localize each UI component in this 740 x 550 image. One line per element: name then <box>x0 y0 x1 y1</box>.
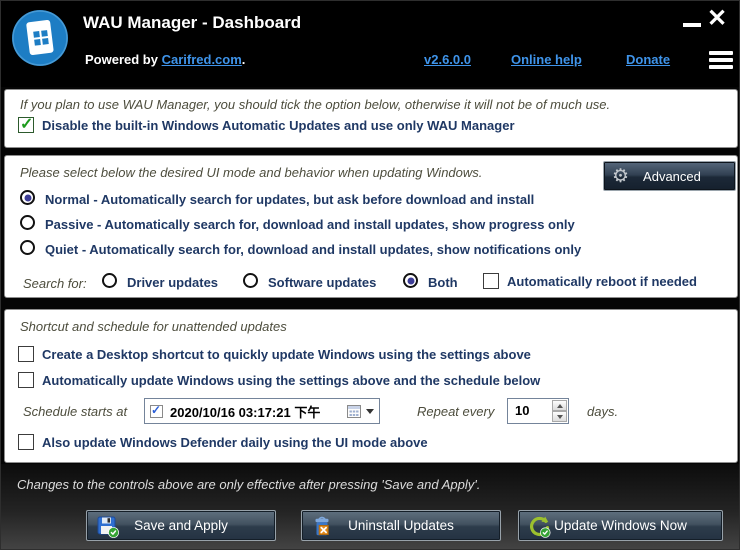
defender-checkbox[interactable] <box>18 434 34 450</box>
donate-link[interactable]: Donate <box>626 52 670 67</box>
powered-suffix: . <box>241 52 246 67</box>
software-updates-radio[interactable] <box>243 273 258 288</box>
footer: Changes to the controls above are only e… <box>1 464 739 549</box>
both-label: Both <box>428 275 458 290</box>
up-arrow-icon <box>556 403 563 408</box>
window-title: WAU Manager - Dashboard <box>83 13 302 32</box>
update-windows-now-label: Update Windows Now <box>554 518 687 533</box>
advanced-button-label: Advanced <box>643 168 701 184</box>
repeat-every-label: Repeat every <box>417 404 495 419</box>
version-link[interactable]: v2.6.0.0 <box>424 52 471 67</box>
title-bar: WAU Manager - Dashboard Powered by Carif… <box>1 1 739 87</box>
dropdown-arrow-icon <box>366 408 374 414</box>
both-radio[interactable] <box>403 273 418 288</box>
schedule-enabled-checkbox[interactable]: ✓ <box>150 402 163 418</box>
schedule-starts-label: Schedule starts at <box>23 404 128 419</box>
check-icon: ✓ <box>151 402 162 417</box>
driver-updates-radio[interactable] <box>102 273 117 288</box>
mode-row-quiet: Quiet - Automatically search for, downlo… <box>20 240 725 260</box>
mode-label-quiet: Quiet - Automatically search for, downlo… <box>45 242 582 257</box>
schedule-section: Shortcut and schedule for unattended upd… <box>4 309 738 463</box>
menu-icon[interactable] <box>709 51 733 69</box>
wau-manager-window: WAU Manager - Dashboard Powered by Carif… <box>0 0 740 550</box>
schedule-datetime-picker[interactable]: ✓ 2020/10/16 03:17:21 下午 <box>144 398 380 424</box>
driver-updates-label: Driver updates <box>127 275 219 290</box>
disable-auto-updates-label: Disable the built-in Windows Automatic U… <box>42 118 515 133</box>
mode-radio-passive[interactable] <box>20 215 35 230</box>
close-button[interactable]: ✕ <box>707 5 727 33</box>
gear-icon: ⚙ <box>612 165 630 187</box>
uninstall-icon <box>315 516 329 536</box>
down-arrow-icon <box>556 414 563 419</box>
check-icon: ✓ <box>20 116 34 133</box>
mode-radio-quiet[interactable] <box>20 240 35 255</box>
save-and-apply-button[interactable]: Save and Apply <box>86 510 276 541</box>
app-logo-icon <box>12 10 68 66</box>
mode-row-passive: Passive - Automatically search for, down… <box>20 215 725 235</box>
advanced-button[interactable]: ⚙ Advanced <box>603 161 736 191</box>
minimize-button[interactable] <box>683 23 701 27</box>
defender-row: Also update Windows Defender daily using… <box>18 434 723 452</box>
auto-update-row: Automatically update Windows using the s… <box>18 372 723 390</box>
uninstall-updates-label: Uninstall Updates <box>348 518 454 533</box>
uninstall-updates-button[interactable]: Uninstall Updates <box>301 510 501 541</box>
mode-intro-text: Please select below the desired UI mode … <box>20 165 483 180</box>
stepper-up-button[interactable] <box>552 400 567 411</box>
save-icon <box>97 516 119 538</box>
repeat-days-value: 10 <box>515 403 530 418</box>
disable-auto-updates-checkbox[interactable]: ✓ <box>18 116 34 133</box>
search-for-label: Search for: <box>23 276 87 291</box>
desktop-shortcut-row: Create a Desktop shortcut to quickly upd… <box>18 346 723 364</box>
mode-radio-normal[interactable] <box>20 190 35 205</box>
setup-section: If you plan to use WAU Manager, you shou… <box>4 89 738 148</box>
powered-by-text: Powered by Carifred.com. <box>85 52 245 67</box>
save-and-apply-label: Save and Apply <box>134 518 228 533</box>
auto-update-checkbox[interactable] <box>18 372 34 388</box>
desktop-shortcut-checkbox[interactable] <box>18 346 34 362</box>
repeat-days-stepper[interactable]: 10 <box>507 398 569 424</box>
desktop-shortcut-label: Create a Desktop shortcut to quickly upd… <box>42 347 531 362</box>
setup-intro-text: If you plan to use WAU Manager, you shou… <box>20 97 611 112</box>
update-windows-now-button[interactable]: Update Windows Now <box>518 510 723 541</box>
defender-label: Also update Windows Defender daily using… <box>42 435 428 450</box>
reboot-label: Automatically reboot if needed <box>507 274 697 289</box>
days-label: days. <box>587 404 619 419</box>
update-icon <box>530 516 551 538</box>
schedule-datetime-value: 2020/10/16 03:17:21 下午 <box>170 404 321 420</box>
calendar-icon <box>347 404 361 418</box>
carifred-link[interactable]: Carifred.com <box>162 52 242 67</box>
software-updates-label: Software updates <box>268 275 377 290</box>
schedule-intro-text: Shortcut and schedule for unattended upd… <box>20 319 287 334</box>
stepper-down-button[interactable] <box>552 411 567 422</box>
footer-note: Changes to the controls above are only e… <box>17 477 481 492</box>
auto-update-label: Automatically update Windows using the s… <box>42 373 541 388</box>
reboot-checkbox[interactable] <box>483 273 499 289</box>
disable-auto-updates-row: ✓ Disable the built-in Windows Automatic… <box>18 116 718 135</box>
mode-row-normal: Normal - Automatically search for update… <box>20 190 725 210</box>
mode-label-passive: Passive - Automatically search for, down… <box>45 217 575 232</box>
mode-label-normal: Normal - Automatically search for update… <box>45 192 535 207</box>
mode-section: Please select below the desired UI mode … <box>4 155 738 298</box>
online-help-link[interactable]: Online help <box>511 52 582 67</box>
powered-by-label: Powered by <box>85 52 158 67</box>
